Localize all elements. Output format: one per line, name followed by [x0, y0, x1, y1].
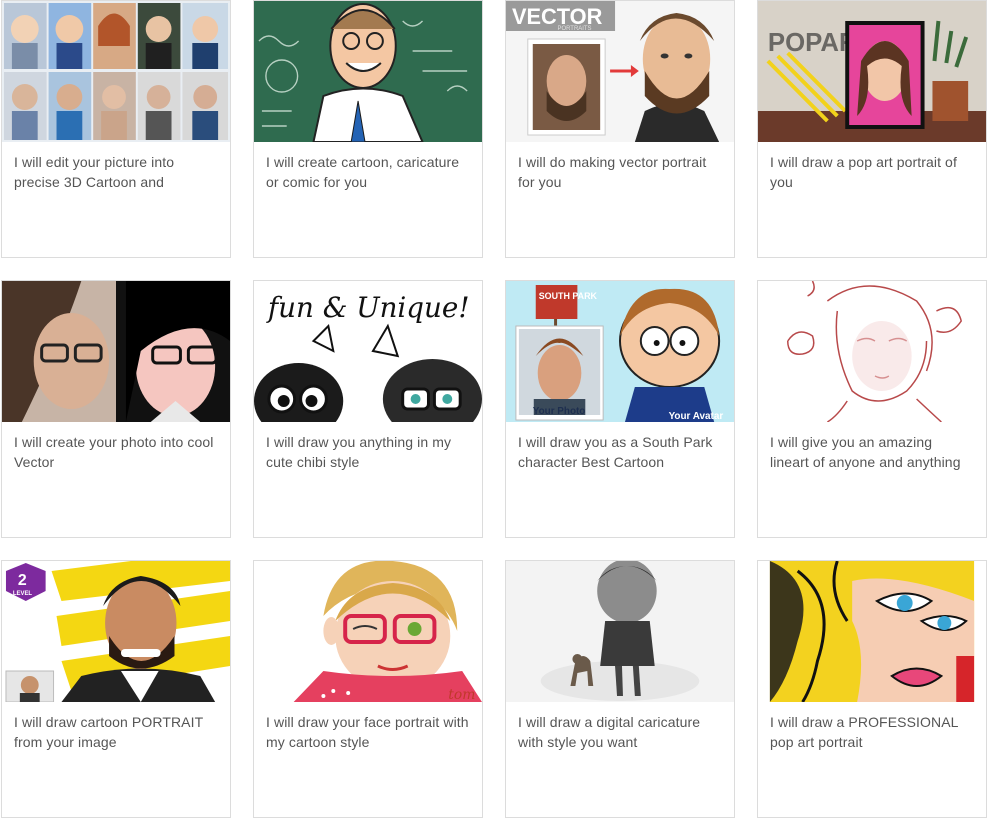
gig-title[interactable]: I will draw cartoon PORTRAIT from your i… — [14, 712, 218, 752]
gig-card-cool-vector[interactable]: I will create your photo into cool Vecto… — [1, 280, 231, 538]
gig-title[interactable]: I will create cartoon, caricature or com… — [266, 152, 470, 192]
gig-thumbnail[interactable]: VECTOR PORTRAITS — [506, 1, 734, 142]
gig-card-face-portrait[interactable]: tom I will draw your face portrait with … — [253, 560, 483, 818]
gig-title[interactable]: I will edit your picture into precise 3D… — [14, 152, 218, 192]
gig-thumbnail[interactable] — [2, 281, 230, 422]
gig-thumbnail[interactable]: tom — [254, 561, 482, 702]
gig-title[interactable]: I will give you an amazing lineart of an… — [770, 432, 974, 472]
gig-grid: I will edit your picture into precise 3D… — [0, 0, 993, 820]
artist-signature: tom — [448, 687, 475, 702]
vector-thumb-subtitle: PORTRAITS — [558, 26, 592, 32]
gig-title[interactable]: I will draw your face portrait with my c… — [266, 712, 470, 752]
your-photo-label: Your Photo — [533, 406, 586, 417]
gig-card-professional-pop-art[interactable]: I will draw a PROFESSIONAL pop art portr… — [757, 560, 987, 818]
gig-title[interactable]: I will draw you anything in my cute chib… — [266, 432, 470, 472]
gig-title[interactable]: I will draw a digital caricature with st… — [518, 712, 722, 752]
gig-card-vector-portrait[interactable]: VECTOR PORTRAITS I will do making vector… — [505, 0, 735, 258]
gig-card-3d-cartoon[interactable]: I will edit your picture into precise 3D… — [1, 0, 231, 258]
gig-thumbnail[interactable]: 2 LEVEL — [2, 561, 230, 702]
gig-title[interactable]: I will draw you as a South Park characte… — [518, 432, 722, 472]
gig-thumbnail[interactable] — [758, 561, 986, 702]
gig-thumbnail[interactable]: SOUTH PARK Your Photo Your Avatar — [506, 281, 734, 422]
your-avatar-label: Your Avatar — [669, 411, 724, 422]
level-badge-label: LEVEL — [13, 591, 33, 597]
gig-title[interactable]: I will draw a PROFESSIONAL pop art portr… — [770, 712, 974, 752]
gig-thumbnail[interactable] — [506, 561, 734, 702]
gig-thumbnail[interactable]: POPART — [758, 1, 986, 142]
gig-thumbnail[interactable] — [758, 281, 986, 422]
gig-title[interactable]: I will do making vector portrait for you — [518, 152, 722, 192]
gig-card-pop-art-portrait[interactable]: POPART I will draw a pop art portrait of… — [757, 0, 987, 258]
gig-title[interactable]: I will create your photo into cool Vecto… — [14, 432, 218, 472]
gig-thumbnail[interactable] — [2, 1, 230, 142]
gig-card-lineart[interactable]: I will give you an amazing lineart of an… — [757, 280, 987, 538]
gig-card-south-park[interactable]: SOUTH PARK Your Photo Your Avatar I will… — [505, 280, 735, 538]
gig-thumbnail[interactable] — [254, 1, 482, 142]
level-badge-number: 2 — [18, 572, 27, 589]
gig-card-cartoon-caricature[interactable]: I will create cartoon, caricature or com… — [253, 0, 483, 258]
gig-card-chibi-style[interactable]: fun & Unique! I will draw you anything i… — [253, 280, 483, 538]
chibi-thumb-text: fun & Unique! — [266, 291, 470, 324]
gig-card-digital-caricature[interactable]: I will draw a digital caricature with st… — [505, 560, 735, 818]
gig-card-cartoon-portrait[interactable]: 2 LEVEL I will draw cartoon PORTRAIT fro… — [1, 560, 231, 818]
gig-thumbnail[interactable]: fun & Unique! — [254, 281, 482, 422]
gig-title[interactable]: I will draw a pop art portrait of you — [770, 152, 974, 192]
south-park-sign-text: SOUTH PARK — [539, 291, 598, 301]
